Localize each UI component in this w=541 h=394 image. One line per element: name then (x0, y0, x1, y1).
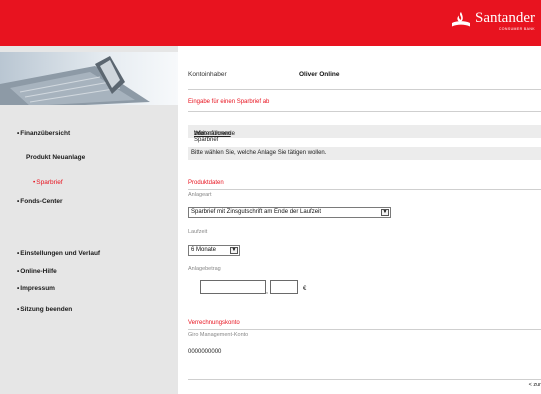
divider (188, 189, 541, 190)
ref-section-title: Verrechnungskonto (188, 320, 240, 326)
sidebar-item-sparbrief[interactable]: •Sparbrief (33, 179, 63, 186)
instruction-bar: Bitte wählen Sie, welche Anlage Sie täti… (188, 147, 541, 160)
divider (188, 111, 541, 112)
anlageart-select[interactable]: Sparbrief mit Zinsgutschrift am Ende der… (188, 207, 391, 218)
sidebar-item-sitzung-beenden[interactable]: •Sitzung beenden (17, 306, 72, 313)
chevron-down-icon[interactable]: ▼ (230, 247, 238, 254)
laufzeit-label: Laufzeit (188, 229, 208, 235)
betrag-input[interactable] (200, 280, 266, 294)
brand-name: Santander (475, 10, 535, 26)
laufzeit-value: 6 Monate (191, 247, 217, 253)
info-bar: Weiterführende Informationen zum Sparbri… (188, 125, 541, 143)
section-title: Eingabe für einen Sparbrief ab (188, 99, 270, 105)
instruction-text: Bitte wählen Sie, welche Anlage Sie täti… (191, 150, 327, 156)
sidebar-item-online-hilfe[interactable]: •Online-Hilfe (17, 268, 57, 275)
sidebar-item-label: Finanzübersicht (20, 130, 71, 137)
sidebar-item-label: Online-Hilfe (20, 268, 57, 275)
brand-subtitle: CONSUMER BANK (498, 27, 535, 31)
sidebar-item-label: Fonds-Center (20, 198, 63, 205)
sidebar-item-label: Produkt Neuanlage (26, 154, 86, 161)
sidebar-item-label: Sparbrief (36, 179, 63, 186)
anlageart-label: Anlageart (188, 192, 212, 198)
ref-label: Giro Management-Konto (188, 332, 249, 338)
divider (188, 379, 541, 380)
sidebar-item-einstellungen[interactable]: •Einstellungen und Verlauf (17, 250, 100, 257)
laufzeit-select[interactable]: 6 Monate ▼ (188, 245, 240, 256)
flame-icon (452, 12, 471, 27)
sidebar: •Finanzübersicht Produkt Neuanlage •Spar… (0, 46, 178, 394)
betrag-label: Anlagebetrag (188, 266, 221, 272)
main-content: Kontoinhaber Oliver Online Eingabe für e… (178, 46, 541, 394)
chevron-down-icon[interactable]: ▼ (381, 209, 389, 216)
contact-name: Oliver Online (299, 71, 340, 78)
top-header: Santander CONSUMER BANK (0, 0, 541, 46)
sidebar-item-label: Einstellungen und Verlauf (20, 250, 101, 257)
divider (188, 329, 541, 330)
contact-label: Kontoinhaber (188, 71, 227, 78)
decimal-separator: , (266, 288, 268, 295)
sidebar-item-finanzuebersicht[interactable]: •Finanzübersicht (17, 130, 70, 137)
cents-input[interactable] (270, 280, 298, 294)
ref-value: 0000000000 (188, 349, 222, 355)
currency-symbol: € (303, 286, 307, 292)
keyboard-photo (0, 52, 178, 108)
sidebar-item-fonds-center[interactable]: •Fonds-Center (17, 198, 63, 205)
anlageart-value: Sparbrief mit Zinsgutschrift am Ende der… (191, 209, 322, 215)
divider (188, 89, 541, 90)
sidebar-item-label: Sitzung beenden (20, 306, 73, 313)
footer-link[interactable]: < zur (529, 382, 541, 388)
sidebar-item-label: Impressum (20, 285, 55, 292)
product-section-title: Produktdaten (188, 180, 224, 186)
sidebar-item-produkt-neuanlage[interactable]: Produkt Neuanlage (26, 154, 85, 161)
sidebar-item-impressum[interactable]: •Impressum (17, 285, 55, 292)
santander-logo[interactable]: Santander CONSUMER BANK (451, 11, 535, 31)
